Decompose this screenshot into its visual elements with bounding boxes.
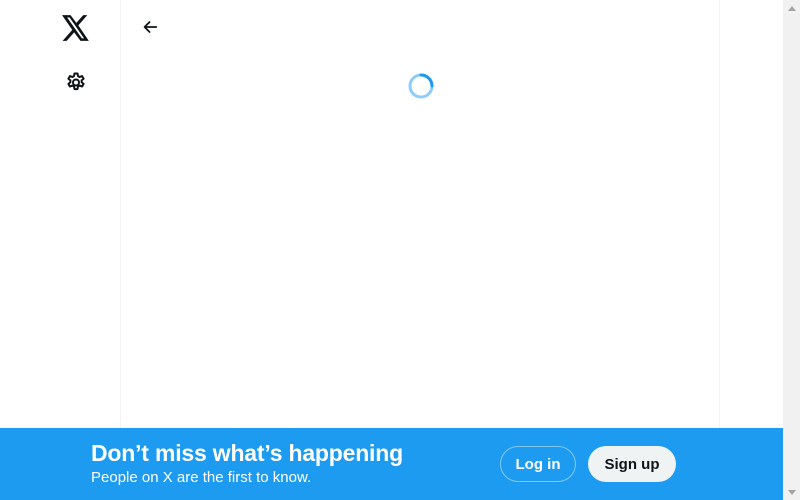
signup-button[interactable]: Sign up [588, 446, 676, 482]
arrow-left-icon[interactable] [133, 10, 167, 44]
left-navigation-rail [0, 0, 120, 428]
loading-spinner-icon [408, 73, 434, 99]
gear-icon[interactable] [58, 65, 94, 101]
login-button[interactable]: Log in [500, 446, 576, 482]
main-column [120, 0, 720, 428]
vertical-scrollbar[interactable] [783, 0, 800, 500]
prompt-subtext: People on X are the first to know. [91, 469, 312, 486]
signup-prompt-bar: Don’t miss what’s happening People on X … [0, 428, 783, 500]
scroll-up-arrow-icon[interactable] [783, 2, 800, 14]
x-logo-icon[interactable] [58, 10, 94, 46]
scroll-down-arrow-icon[interactable] [783, 486, 800, 498]
prompt-headline: Don’t miss what’s happening [91, 440, 403, 466]
